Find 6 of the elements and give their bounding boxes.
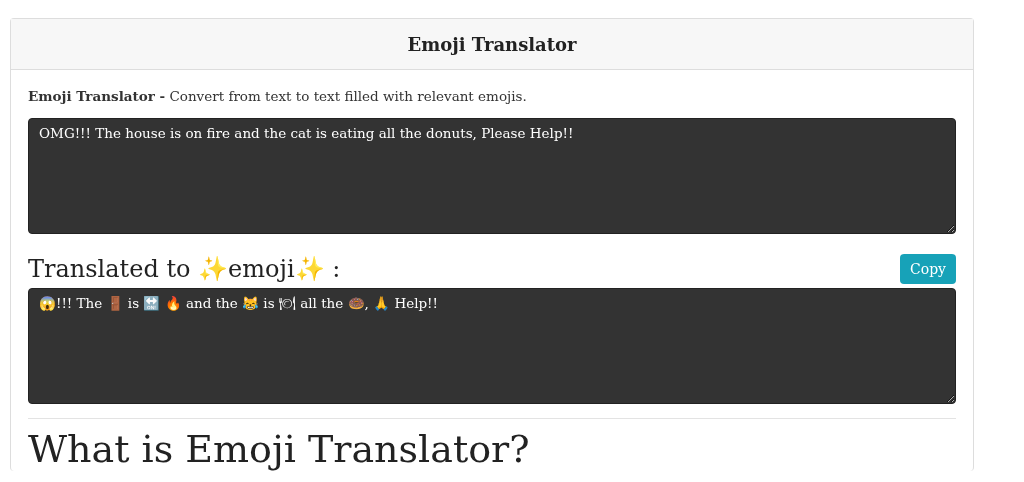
section-heading: What is Emoji Translator? <box>28 427 531 471</box>
intro-text: Emoji Translator - Convert from text to text filled with relevant emojis. <box>28 88 528 104</box>
input-field[interactable]: OMG!!! The house is on fire and the cat is eating all the donuts, Please Help!! <box>28 118 956 234</box>
card-title: Emoji Translator <box>407 33 577 55</box>
result-heading: Translated to ✨emoji✨ : <box>28 255 341 283</box>
output-field[interactable]: 😱!!! The 🚪 is 🔛 🔥 and the 😹 is 🍽 all the 🍩, 🙏 Help!! <box>28 288 956 404</box>
